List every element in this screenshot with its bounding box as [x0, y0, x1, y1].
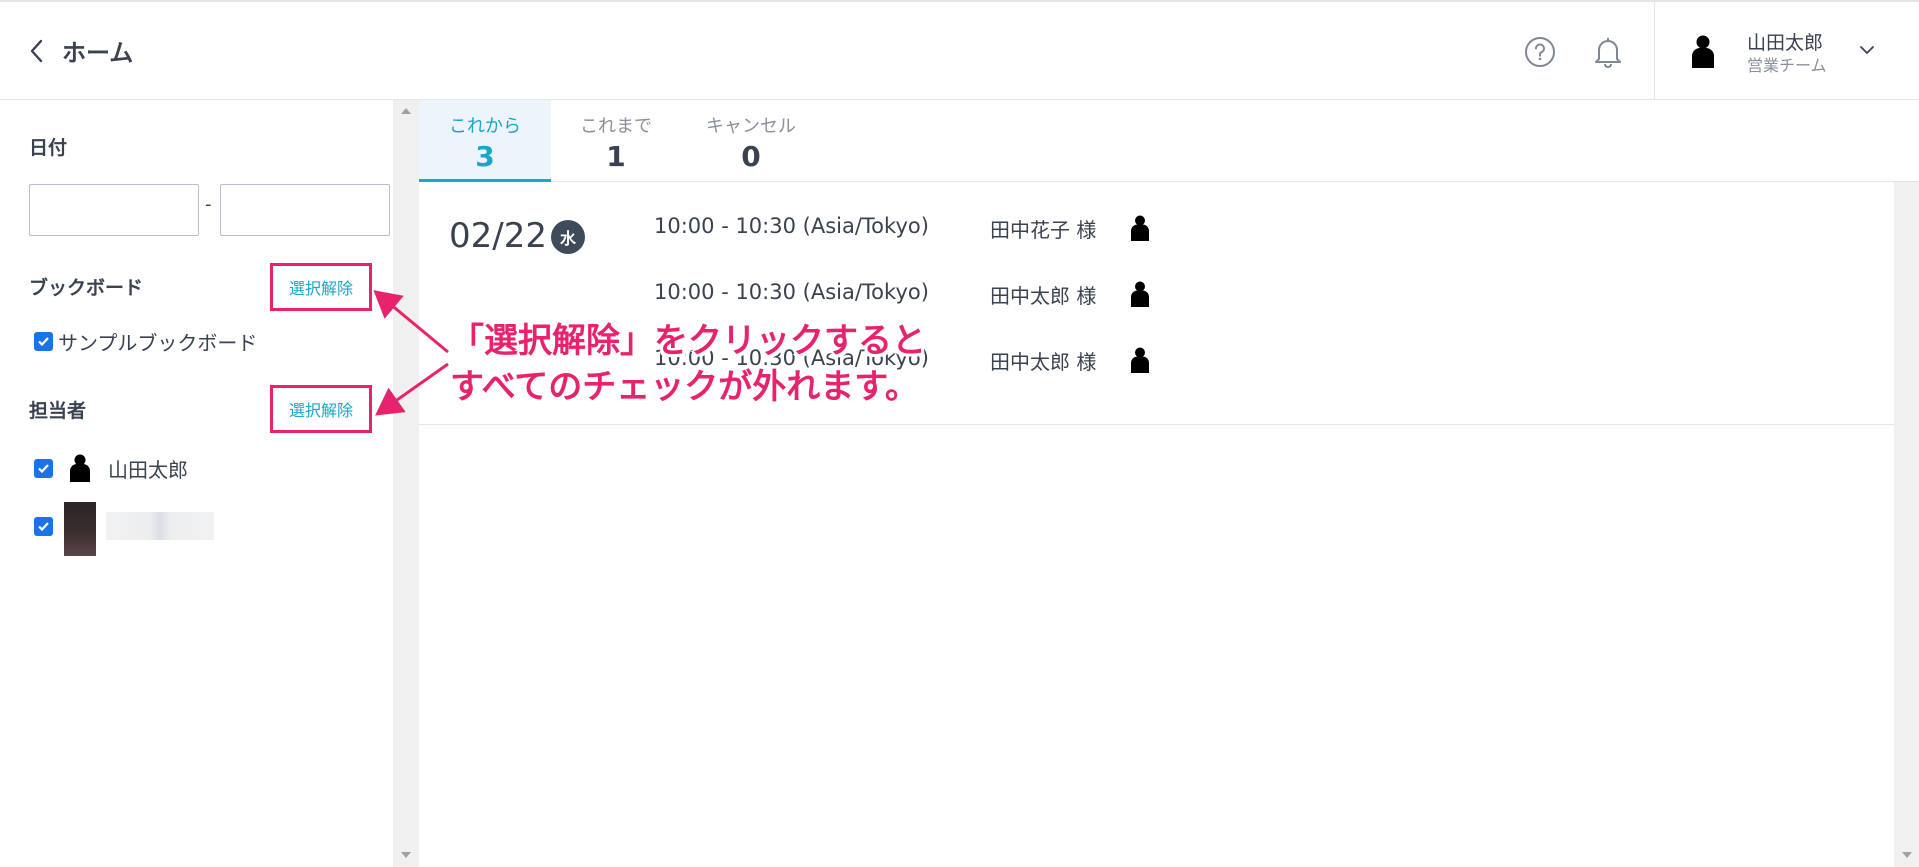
tab-label: キャンセル	[706, 116, 796, 137]
scroll-up-arrow-icon[interactable]	[401, 108, 411, 114]
sidebar-scrollbar[interactable]	[393, 100, 419, 867]
user-avatar-icon	[1689, 34, 1717, 70]
annotation-callout: 「選択解除」をクリックすると すべてのチェックが外れます。	[450, 318, 926, 410]
tab-label: これまで	[580, 116, 652, 137]
assignee-clear-selection-link[interactable]: 選択解除	[270, 385, 372, 433]
annotation-line: すべてのチェックが外れます。	[450, 367, 919, 407]
bookboard-checkbox[interactable]	[34, 332, 53, 351]
assignee-item-label	[106, 512, 214, 540]
date-separator: -	[205, 194, 212, 215]
page-title: ホーム	[62, 39, 134, 67]
guest-name: 田中太郎 様	[990, 284, 1097, 308]
date-to-input[interactable]	[220, 184, 390, 236]
assignee-avatar-icon	[68, 453, 92, 483]
bookboard-clear-selection-link[interactable]: 選択解除	[270, 263, 372, 311]
person-icon	[1129, 346, 1151, 374]
user-name: 山田太郎	[1747, 32, 1824, 54]
schedule-time: 10:00 - 10:30 (Asia/Tokyo)	[654, 214, 929, 238]
guest-name: 田中太郎 様	[990, 350, 1097, 374]
user-menu[interactable]: 山田太郎 営業チーム	[1654, 2, 1919, 100]
main-content: これから 3 これまで 1 キャンセル 0 02/22 水 10:00 - 10…	[419, 100, 1919, 867]
user-team: 営業チーム	[1747, 56, 1827, 75]
chevron-down-icon[interactable]	[1857, 40, 1877, 60]
scroll-down-arrow-icon[interactable]	[401, 852, 411, 858]
notification-bell-icon[interactable]	[1592, 35, 1624, 69]
help-icon[interactable]	[1524, 36, 1556, 68]
tab-cancelled[interactable]: キャンセル 0	[681, 100, 821, 182]
person-icon	[1129, 214, 1151, 242]
annotation-line: 「選択解除」をクリックすると	[450, 321, 926, 361]
date-filter-label: 日付	[29, 137, 68, 159]
schedule-time: 10:00 - 10:30 (Asia/Tokyo)	[654, 280, 929, 304]
tab-count: 1	[606, 140, 626, 173]
date-from-input[interactable]	[29, 184, 199, 236]
assignee-filter-label: 担当者	[29, 400, 87, 422]
tab-count: 3	[475, 140, 495, 173]
assignee-checkbox[interactable]	[34, 459, 53, 478]
content-scrollbar[interactable]	[1894, 182, 1919, 867]
assignee-item-label: 山田太郎	[108, 458, 188, 482]
app-header: ホーム 山田太郎 営業チーム	[0, 0, 1919, 100]
filter-sidebar: 日付 - ブックボード 選択解除 サンプルブックボード 担当者 選択解除 山田太…	[0, 100, 393, 867]
back-chevron-icon[interactable]	[24, 36, 48, 66]
schedule-row[interactable]: 10:00 - 10:30 (Asia/Tokyo) 田中太郎 様	[419, 268, 1894, 318]
status-tabs: これから 3 これまで 1 キャンセル 0	[419, 100, 1919, 182]
person-icon	[1129, 280, 1151, 308]
bookboard-filter-label: ブックボード	[29, 277, 144, 299]
guest-name: 田中花子 様	[990, 218, 1097, 242]
tab-label: これから	[449, 116, 521, 137]
tab-past[interactable]: これまで 1	[551, 100, 681, 182]
assignee-checkbox[interactable]	[34, 517, 53, 536]
tab-count: 0	[741, 140, 761, 173]
tab-upcoming[interactable]: これから 3	[419, 100, 551, 182]
bookboard-item-label: サンプルブックボード	[58, 331, 258, 355]
scroll-down-arrow-icon[interactable]	[1902, 852, 1912, 858]
schedule-row[interactable]: 10:00 - 10:30 (Asia/Tokyo) 田中花子 様	[419, 202, 1894, 252]
assignee-photo-avatar	[64, 502, 96, 556]
